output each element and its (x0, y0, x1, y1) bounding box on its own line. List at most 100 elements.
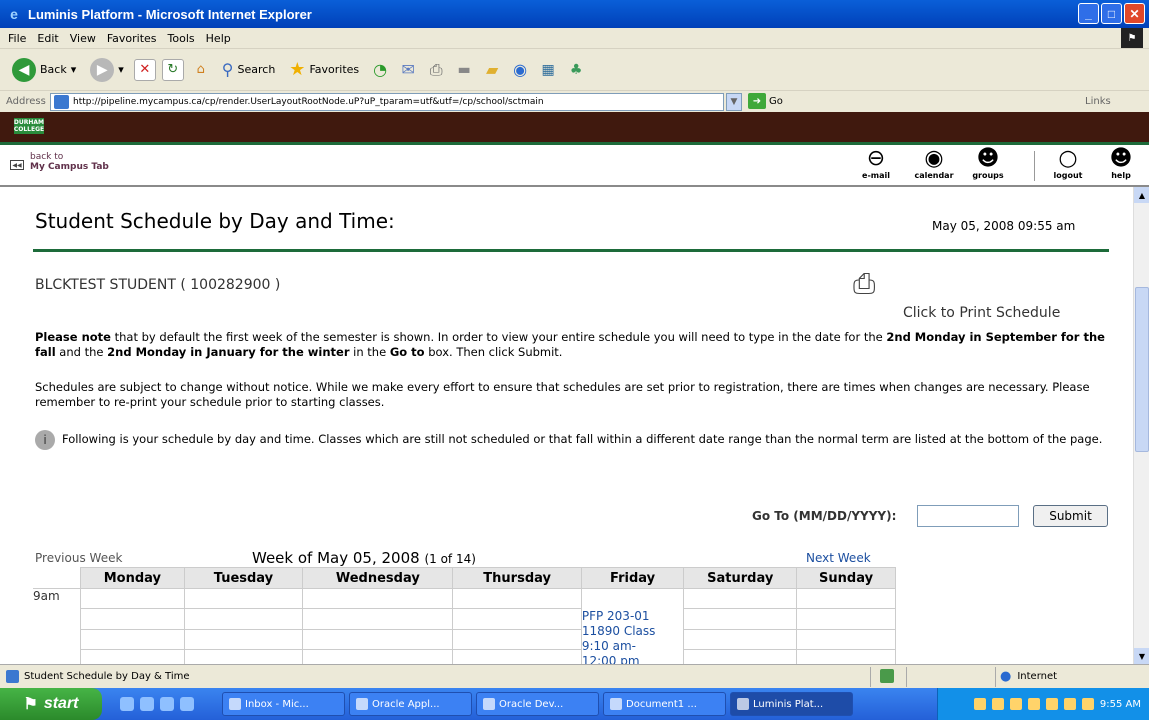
minimize-button[interactable]: _ (1078, 3, 1099, 24)
refresh-icon[interactable]: ↻ (161, 58, 184, 81)
logout-link[interactable]: ○ logout (1048, 146, 1088, 181)
window-title-bar: e Luminis Platform - Microsoft Internet … (0, 0, 1149, 28)
student-name: BLCKTEST STUDENT ( 100282900 ) (35, 277, 281, 293)
edit-icon[interactable]: ▬ (453, 59, 475, 81)
tray-icon[interactable] (991, 698, 1004, 710)
page-content: Student Schedule by Day and Time: May 05… (0, 187, 1133, 664)
messenger-icon[interactable]: ◉ (509, 59, 531, 81)
class-crn[interactable]: 11890 Class (582, 624, 683, 639)
clock: 9:55 AM (1099, 698, 1141, 710)
address-bar: Address http://pipeline.mycampus.ca/cp/r… (0, 90, 1149, 112)
tray-icon[interactable] (1063, 698, 1076, 710)
portal-header: DURHAM COLLEGE (0, 112, 1149, 142)
oracle-icon (483, 698, 495, 710)
go-button[interactable]: ➜ Go (748, 93, 783, 109)
portal-nav: ◀◀ back to My Campus Tab ⊖ e-mail ◉ cale… (0, 145, 1149, 187)
calendar-icon: ◉ (924, 146, 944, 171)
class-course[interactable]: PFP 203-01 (582, 609, 683, 624)
printer-icon[interactable]: ⎙ (853, 267, 875, 301)
quicklaunch-icon[interactable] (160, 697, 174, 711)
scroll-down-icon[interactable]: ▼ (1134, 648, 1149, 664)
table-cell (796, 608, 896, 630)
schedule-tip: Following is your schedule by day and ti… (62, 432, 1103, 446)
windows-logo-icon: ⚑ (1121, 28, 1143, 48)
search-button[interactable]: ⚲ Search (218, 55, 280, 85)
tray-icon[interactable] (973, 698, 986, 710)
submit-button[interactable]: Submit (1033, 505, 1108, 527)
ie-icon (737, 698, 749, 710)
college-logo: DURHAM COLLEGE (13, 118, 45, 134)
menu-file[interactable]: File (8, 32, 26, 45)
start-button[interactable]: ⚑ start (0, 688, 102, 720)
table-cell (183, 608, 304, 630)
people-icon[interactable]: ♣ (565, 59, 587, 81)
history-icon[interactable]: ◔ (369, 59, 391, 81)
email-link[interactable]: ⊖ e-mail (858, 146, 894, 181)
table-cell (683, 628, 798, 650)
stop-icon[interactable]: ✕ (133, 58, 156, 81)
tray-icon[interactable] (1009, 698, 1022, 710)
mail-icon: ⊖ (866, 146, 886, 171)
home-icon[interactable]: ⌂ (190, 59, 212, 81)
class-cell[interactable]: PFP 203-01 11890 Class 9:10 am- 12:00 pm (580, 588, 685, 664)
table-cell (683, 587, 798, 610)
chevron-down-icon: ▾ (70, 63, 77, 76)
quick-launch (120, 697, 194, 711)
help-link[interactable]: ☻ help (1106, 147, 1136, 181)
menu-help[interactable]: Help (206, 32, 231, 45)
security-icon (880, 669, 894, 683)
address-input[interactable]: http://pipeline.mycampus.ca/cp/render.Us… (50, 93, 724, 111)
taskbar-item-oracle-appl[interactable]: Oracle Appl... (349, 692, 472, 716)
class-end[interactable]: 12:00 pm (582, 654, 683, 664)
vertical-scrollbar[interactable]: ▲ ▼ (1133, 187, 1149, 664)
taskbar-item-document[interactable]: Document1 ... (603, 692, 726, 716)
menu-view[interactable]: View (70, 32, 96, 45)
scroll-up-icon[interactable]: ▲ (1134, 187, 1149, 203)
print-icon[interactable]: ⎙ (425, 59, 447, 81)
links-button[interactable]: Links (1085, 96, 1111, 107)
ie-icon: e (10, 6, 18, 22)
goto-date-input[interactable] (917, 505, 1019, 527)
groups-link[interactable]: ☻ groups (962, 146, 1014, 181)
quicklaunch-icon[interactable] (180, 697, 194, 711)
menu-bar: File Edit View Favorites Tools Help ⚑ (0, 28, 1149, 48)
previous-week-link[interactable]: Previous Week (35, 551, 122, 565)
table-cell (452, 587, 582, 610)
taskbar-item-inbox[interactable]: Inbox - Mic... (222, 692, 345, 716)
tray-icon[interactable] (1045, 698, 1058, 710)
calendar-link[interactable]: ◉ calendar (906, 146, 962, 181)
day-header: Monday (79, 567, 185, 589)
quicklaunch-icon[interactable] (120, 697, 134, 711)
maximize-button[interactable]: □ (1101, 3, 1122, 24)
menu-favorites[interactable]: Favorites (107, 32, 157, 45)
close-button[interactable]: ✕ (1124, 3, 1145, 24)
back-to-campus-link[interactable]: ◀◀ back to My Campus Tab (10, 152, 109, 172)
table-cell (302, 587, 454, 610)
class-start[interactable]: 9:10 am- (582, 639, 683, 654)
page-title: Student Schedule by Day and Time: (35, 209, 395, 233)
groups-icon: ☻ (976, 146, 1000, 171)
address-dropdown-icon[interactable]: ▼ (726, 93, 742, 111)
system-tray: 9:55 AM (937, 688, 1149, 720)
back-button[interactable]: ◀ Back ▾ (8, 55, 80, 85)
table-cell (302, 628, 454, 650)
security-zone: ● Internet (1000, 669, 1058, 684)
print-schedule-link[interactable]: Click to Print Schedule (903, 305, 1060, 321)
tray-icon[interactable] (1027, 698, 1040, 710)
tray-icon[interactable] (1081, 698, 1094, 710)
next-week-link[interactable]: Next Week (806, 551, 871, 565)
favorites-button[interactable]: ★ Favorites (285, 55, 363, 85)
table-cell (183, 587, 304, 610)
research-icon[interactable]: ▦ (537, 59, 559, 81)
menu-tools[interactable]: Tools (168, 32, 195, 45)
folder-icon[interactable]: ▰ (481, 59, 503, 81)
taskbar-item-luminis[interactable]: Luminis Plat... (730, 692, 853, 716)
mail-icon[interactable]: ✉ (397, 59, 419, 81)
day-header: Friday (580, 567, 685, 589)
menu-edit[interactable]: Edit (37, 32, 58, 45)
quicklaunch-icon[interactable] (140, 697, 154, 711)
logout-icon: ○ (1058, 146, 1078, 171)
forward-button[interactable]: ▶ ▾ (86, 55, 128, 85)
taskbar-item-oracle-dev[interactable]: Oracle Dev... (476, 692, 599, 716)
scroll-thumb[interactable] (1135, 287, 1149, 452)
